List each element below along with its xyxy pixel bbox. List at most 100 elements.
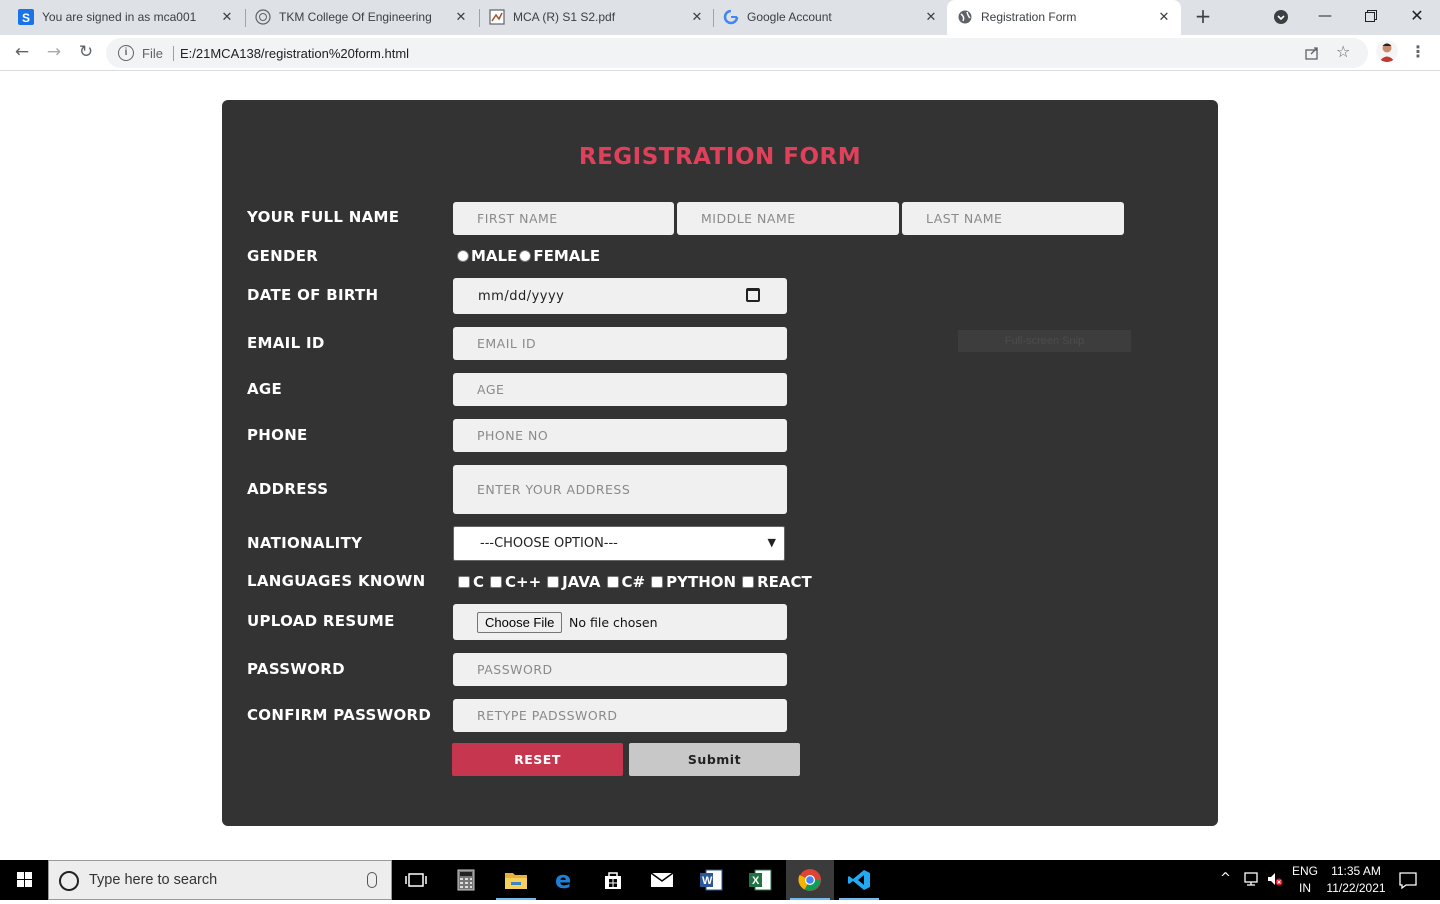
info-icon[interactable]: i [118,45,134,61]
middle-name-input[interactable]: MIDDLE NAME [677,202,899,235]
language-option-java[interactable]: JAVA [545,573,601,591]
bookmark-star-icon[interactable]: ☆ [1336,42,1350,61]
file-status-text: No file chosen [569,615,658,630]
reload-icon[interactable]: ↻ [74,41,98,65]
calendar-icon[interactable] [746,288,760,302]
male-radio[interactable] [457,250,469,262]
choose-file-button[interactable]: Choose File [477,612,563,633]
calculator-icon[interactable] [442,860,490,900]
show-hidden-icons-chevron-icon[interactable]: ^ [1220,871,1231,886]
language-label: C# [621,573,646,591]
cortana-icon [59,871,79,891]
languages-checkbox-group: C C++ JAVA C# PYTHON REACT [456,573,816,591]
scheme-label: File [142,46,163,61]
nationality-select[interactable]: ---CHOOSE OPTION--- ▼ [453,526,785,561]
address-textarea[interactable]: ENTER YOUR ADDRESS [453,465,787,514]
close-icon[interactable]: ✕ [1155,8,1173,26]
restore-icon[interactable] [1356,4,1386,30]
close-window-icon[interactable]: ✕ [1402,4,1432,30]
checkbox[interactable] [458,576,470,588]
female-option-label: FEMALE [533,247,601,265]
language-option-python[interactable]: PYTHON [649,573,736,591]
language-label: C++ [505,573,542,591]
edge-icon[interactable]: e [541,860,589,900]
minimize-icon[interactable]: — [1310,4,1340,30]
word-icon[interactable]: W [687,860,735,900]
registration-form-card: REGISTRATION FORM YOUR FULL NAME FIRST N… [222,100,1218,826]
age-input[interactable]: AGE [453,373,787,406]
dob-input[interactable]: mm/dd/yyyy [453,278,787,314]
new-tab-plus-icon[interactable]: + [1192,6,1214,28]
clock-time[interactable]: 11:35 AM [1322,864,1390,878]
volume-muted-icon[interactable] [1266,871,1284,891]
tab-pdf[interactable]: MCA (R) S1 S2.pdf ✕ [479,0,713,35]
nationality-selected-value: ---CHOOSE OPTION--- [480,536,618,551]
tab-search-dropdown-icon[interactable] [1266,4,1296,30]
tab-signed-in[interactable]: S You are signed in as mca001 ✕ [8,0,244,35]
tab-tkm-college[interactable]: TKM College Of Engineering ✕ [245,0,479,35]
phone-input[interactable]: PHONE NO [453,419,787,452]
forward-arrow-icon[interactable]: → [42,41,66,65]
store-icon[interactable] [589,860,637,900]
close-icon[interactable]: ✕ [922,8,940,26]
mail-icon[interactable] [638,860,686,900]
notification-center-icon[interactable] [1398,870,1418,894]
tab-title: You are signed in as mca001 [42,10,197,24]
share-icon[interactable] [1304,45,1320,61]
checkbox[interactable] [547,576,560,588]
clock-date[interactable]: 11/22/2021 [1322,881,1390,895]
input-language[interactable]: ENG [1289,864,1321,878]
female-radio[interactable] [519,250,532,262]
windows-start-icon[interactable] [0,860,48,900]
first-name-input[interactable]: FIRST NAME [453,202,674,235]
close-icon[interactable]: ✕ [688,8,706,26]
checkbox[interactable] [651,576,664,588]
language-option-cpp[interactable]: C++ [488,573,541,591]
checkbox[interactable] [742,576,755,588]
college-globe-icon [255,9,271,25]
resume-label: UPLOAD RESUME [247,612,395,630]
full-name-label: YOUR FULL NAME [247,208,400,226]
close-icon[interactable]: ✕ [218,8,236,26]
password-input[interactable]: PASSWORD [453,653,787,686]
close-icon[interactable]: ✕ [452,8,470,26]
url-text[interactable]: E:/21MCA138/registration%20form.html [180,46,409,61]
task-view-icon[interactable] [392,860,440,900]
google-g-icon [723,9,739,25]
checkbox[interactable] [490,576,503,588]
chrome-icon[interactable] [786,860,834,900]
network-icon[interactable] [1242,871,1260,891]
more-menu-icon[interactable]: ⋮ [1410,41,1426,63]
profile-avatar[interactable] [1376,40,1398,62]
language-option-c[interactable]: C [456,573,484,591]
excel-icon[interactable]: X [736,860,784,900]
globe-icon [957,9,973,25]
tab-google-account[interactable]: Google Account ✕ [713,0,946,35]
reset-button[interactable]: RESET [452,743,623,776]
tab-registration-form[interactable]: Registration Form ✕ [947,0,1181,35]
confirm-password-input[interactable]: RETYPE PADSSWORD [453,699,787,732]
checkbox[interactable] [606,576,619,588]
email-input[interactable]: EMAIL ID [453,327,787,360]
back-arrow-icon[interactable]: ← [10,41,34,65]
language-option-react[interactable]: REACT [740,573,812,591]
nationality-label: NATIONALITY [247,534,363,552]
tab-title: TKM College Of Engineering [279,10,432,24]
last-name-input[interactable]: LAST NAME [902,202,1124,235]
chevron-down-icon: ▼ [767,536,776,549]
input-region[interactable]: IN [1289,881,1321,895]
address-label: ADDRESS [247,480,329,498]
taskbar-search-box[interactable]: Type here to search [48,860,392,900]
address-bar[interactable]: i File E:/21MCA138/registration%20form.h… [106,38,1368,68]
file-explorer-icon[interactable] [492,860,540,900]
microphone-icon[interactable] [367,872,377,888]
language-label: REACT [757,573,812,591]
divider [173,46,174,61]
svg-text:S: S [22,11,30,25]
vscode-icon[interactable] [835,860,883,900]
svg-text:W: W [702,875,713,887]
languages-label: LANGUAGES KNOWN [247,572,426,590]
form-title: REGISTRATION FORM [578,144,862,170]
submit-button[interactable]: Submit [629,743,800,776]
language-option-csharp[interactable]: C# [605,573,646,591]
